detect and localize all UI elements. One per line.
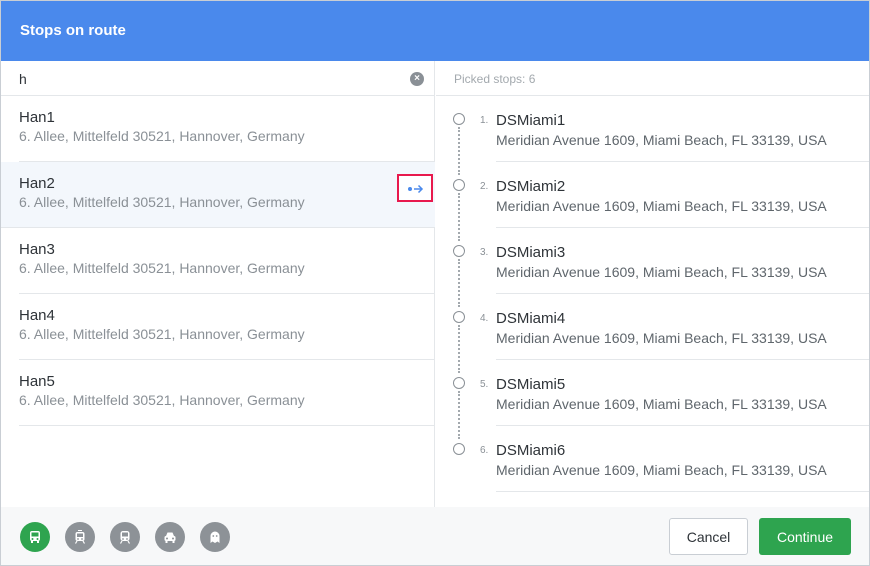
car-icon[interactable] — [155, 522, 185, 552]
search-results-list: Han1 6. Allee, Mittelfeld 30521, Hannove… — [1, 96, 435, 426]
stop-address: Meridian Avenue 1609, Miami Beach, FL 33… — [496, 330, 827, 346]
stop-marker-icon — [453, 179, 465, 191]
stop-address: Meridian Avenue 1609, Miami Beach, FL 33… — [496, 396, 827, 412]
stop-name: DSMiami4 — [496, 310, 566, 327]
stop-name: DSMiami1 — [496, 112, 566, 129]
result-name: Han4 — [19, 307, 55, 324]
tram-icon[interactable] — [65, 522, 95, 552]
result-item[interactable]: Han5 6. Allee, Mittelfeld 30521, Hannove… — [19, 360, 435, 426]
picked-stop[interactable]: 5. DSMiami5 Meridian Avenue 1609, Miami … — [436, 360, 869, 439]
stop-name: DSMiami6 — [496, 442, 566, 459]
stop-address: Meridian Avenue 1609, Miami Beach, FL 33… — [496, 462, 827, 478]
add-stop-button[interactable] — [397, 174, 433, 202]
stop-marker-icon — [453, 377, 465, 389]
continue-button[interactable]: Continue — [759, 518, 851, 555]
stop-number: 2. — [480, 181, 489, 192]
stop-marker-icon — [453, 245, 465, 257]
result-address: 6. Allee, Mittelfeld 30521, Hannover, Ge… — [19, 260, 305, 276]
result-address: 6. Allee, Mittelfeld 30521, Hannover, Ge… — [19, 194, 305, 210]
dialog-header: Stops on route — [1, 1, 869, 61]
stop-marker-icon — [453, 443, 465, 455]
stop-number: 3. — [480, 247, 489, 258]
ghost-icon[interactable] — [200, 522, 230, 552]
picked-stops-panel: Picked stops: 6 1. DSMiami1 Meridian Ave… — [436, 61, 869, 507]
picked-stop[interactable]: 6. DSMiami6 Meridian Avenue 1609, Miami … — [436, 426, 869, 492]
result-item[interactable]: Han2 6. Allee, Mittelfeld 30521, Hannove… — [1, 162, 435, 228]
result-name: Han5 — [19, 373, 55, 390]
stop-number: 1. — [480, 115, 489, 126]
picked-stops-count: Picked stops: 6 — [454, 72, 536, 86]
stop-name: DSMiami3 — [496, 244, 566, 261]
search-panel: × Han1 6. Allee, Mittelfeld 30521, Hanno… — [1, 61, 435, 507]
dialog-footer: Cancel Continue — [1, 507, 869, 565]
picked-stops-list: 1. DSMiami1 Meridian Avenue 1609, Miami … — [436, 96, 869, 492]
result-address: 6. Allee, Mittelfeld 30521, Hannover, Ge… — [19, 326, 305, 342]
result-name: Han2 — [19, 175, 55, 192]
divider — [496, 491, 869, 492]
stop-address: Meridian Avenue 1609, Miami Beach, FL 33… — [496, 264, 827, 280]
clear-icon[interactable]: × — [410, 72, 424, 86]
result-address: 6. Allee, Mittelfeld 30521, Hannover, Ge… — [19, 128, 305, 144]
search-input[interactable] — [19, 69, 399, 89]
stop-name: DSMiami5 — [496, 376, 566, 393]
picked-stops-header: Picked stops: 6 — [436, 61, 869, 96]
stop-name: DSMiami2 — [496, 178, 566, 195]
stop-address: Meridian Avenue 1609, Miami Beach, FL 33… — [496, 132, 827, 148]
stop-number: 5. — [480, 379, 489, 390]
train-icon[interactable] — [110, 522, 140, 552]
stop-number: 4. — [480, 313, 489, 324]
picked-stop[interactable]: 2. DSMiami2 Meridian Avenue 1609, Miami … — [436, 162, 869, 241]
stop-marker-icon — [453, 113, 465, 125]
result-name: Han1 — [19, 109, 55, 126]
picked-stop[interactable]: 1. DSMiami1 Meridian Avenue 1609, Miami … — [436, 96, 869, 175]
bus-icon[interactable] — [20, 522, 50, 552]
picked-stop[interactable]: 4. DSMiami4 Meridian Avenue 1609, Miami … — [436, 294, 869, 373]
search-bar: × — [1, 61, 435, 96]
picked-stop[interactable]: 3. DSMiami3 Meridian Avenue 1609, Miami … — [436, 228, 869, 307]
add-to-route-arrow-icon — [408, 184, 424, 194]
dialog-title: Stops on route — [20, 22, 126, 39]
stop-address: Meridian Avenue 1609, Miami Beach, FL 33… — [496, 198, 827, 214]
stops-on-route-dialog: Stops on route × Han1 6. Allee, Mittelfe… — [0, 0, 870, 566]
result-item[interactable]: Han1 6. Allee, Mittelfeld 30521, Hannove… — [19, 96, 435, 162]
result-address: 6. Allee, Mittelfeld 30521, Hannover, Ge… — [19, 392, 305, 408]
stop-marker-icon — [453, 311, 465, 323]
result-name: Han3 — [19, 241, 55, 258]
stop-number: 6. — [480, 445, 489, 456]
cancel-button[interactable]: Cancel — [669, 518, 748, 555]
result-item[interactable]: Han3 6. Allee, Mittelfeld 30521, Hannove… — [19, 228, 435, 294]
result-item[interactable]: Han4 6. Allee, Mittelfeld 30521, Hannove… — [19, 294, 435, 360]
